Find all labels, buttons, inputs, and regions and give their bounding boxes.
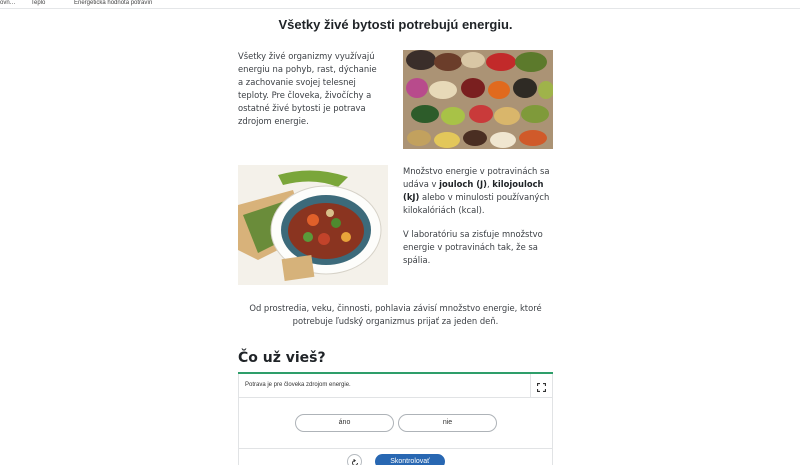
reset-icon	[351, 452, 359, 465]
answer-yes-button[interactable]: áno	[295, 414, 394, 432]
superfoods-image	[403, 50, 553, 149]
intro-paragraph: Všetky živé organizmy využívajú energiu …	[238, 51, 377, 126]
breadcrumb-item[interactable]: ovn…	[0, 0, 16, 7]
fullscreen-icon	[536, 377, 547, 396]
reset-button[interactable]	[347, 454, 362, 465]
quiz-footer-divider	[239, 448, 552, 449]
quiz-widget: Potrava je pre človeka zdrojom energie. …	[238, 374, 553, 465]
answer-no-button[interactable]: nie	[398, 414, 497, 432]
quiz-question: Potrava je pre človeka zdrojom energie.	[245, 382, 351, 388]
quiz-header: Potrava je pre človeka zdrojom energie.	[239, 374, 552, 398]
breadcrumb: ovn… Teplo Energetická hodnota potravín	[0, 0, 800, 9]
section-title: Čo už vieš?	[238, 350, 326, 366]
fullscreen-button[interactable]	[530, 374, 552, 398]
breadcrumb-item[interactable]: Energetická hodnota potravín	[74, 0, 152, 7]
lab-paragraph: V laboratóriu sa zisťuje množstvo energi…	[403, 229, 543, 265]
breadcrumb-item[interactable]: Teplo	[31, 0, 45, 7]
daily-energy-paragraph: Od prostredia, veku, činnosti, pohlavia …	[249, 303, 542, 326]
joule-term: jouloch (J)	[439, 179, 487, 189]
check-button[interactable]: Skontrolovať	[375, 454, 445, 465]
energy-units-paragraph: Množstvo energie v potravinách sa udáva …	[403, 166, 550, 215]
page-title: Všetky živé bytosti potrebujú energiu.	[278, 17, 513, 32]
meal-image	[238, 165, 388, 285]
